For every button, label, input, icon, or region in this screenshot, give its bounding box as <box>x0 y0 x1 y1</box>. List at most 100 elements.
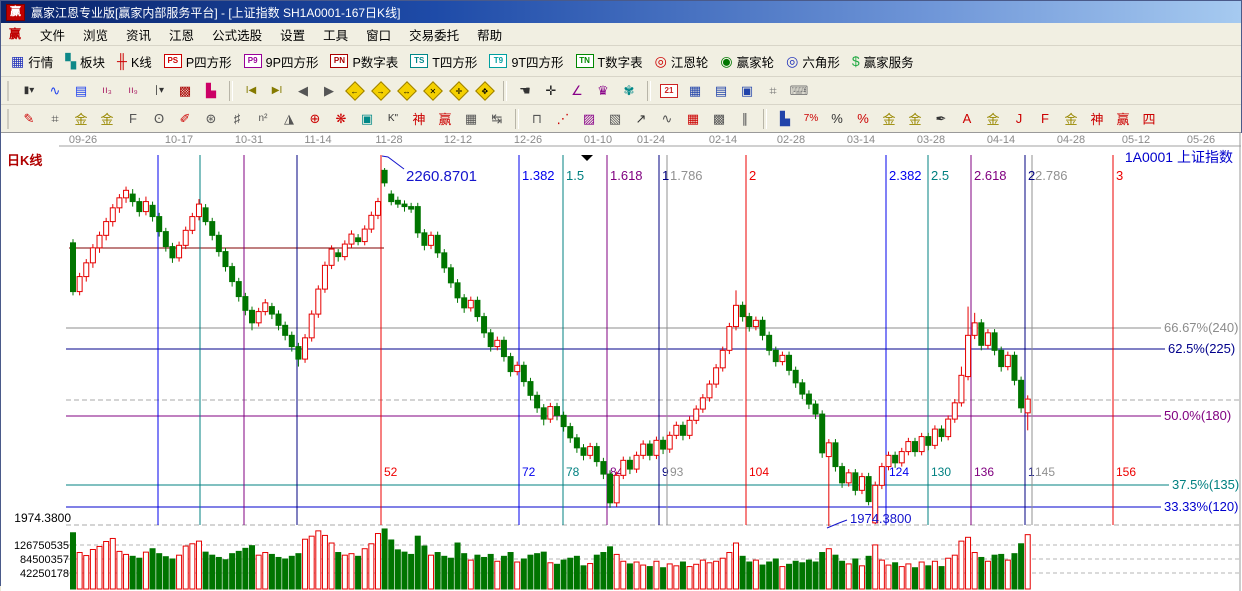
ying-grid-icon[interactable]: 赢 <box>433 107 457 130</box>
angle-a-icon[interactable]: ◮ <box>277 107 301 130</box>
grid-dots-icon[interactable]: ▦ <box>681 107 705 130</box>
gold-angle2-icon[interactable]: 金 <box>1059 107 1083 130</box>
circle-target-icon[interactable]: ⊕ <box>303 107 327 130</box>
sectors-button[interactable]: ▚ 板块 <box>65 52 105 71</box>
p-square-button[interactable]: PS P四方形 <box>163 52 232 71</box>
zoom-x-icon[interactable]: ✕ <box>421 79 445 102</box>
zoom-h-icon[interactable]: ↔ <box>395 79 419 102</box>
n-square-icon[interactable]: n² <box>251 107 275 130</box>
crown-tool-icon[interactable]: ♛ <box>591 79 615 102</box>
menu-item-6[interactable]: 工具 <box>314 26 357 46</box>
angle-tool-icon[interactable]: ∠ <box>565 79 589 102</box>
a-wave-icon[interactable]: A <box>955 107 979 130</box>
gold-gate2-icon[interactable]: 金 <box>95 107 119 130</box>
calculator-icon[interactable]: ▦ <box>683 79 707 102</box>
zoom-plus-icon[interactable]: ✛ <box>447 79 471 102</box>
zoom-left-icon[interactable]: ← <box>343 79 367 102</box>
spiral-icon[interactable]: ʘ <box>147 107 171 130</box>
net-pc-icon[interactable]: ⌨ <box>787 79 811 102</box>
menu-item-1[interactable]: 浏览 <box>74 26 117 46</box>
menu-item-2[interactable]: 资讯 <box>117 26 160 46</box>
pen-angle-icon[interactable]: ✒ <box>929 107 953 130</box>
menu-item-9[interactable]: 帮助 <box>468 26 511 46</box>
p9-square-button[interactable]: P9 9P四方形 <box>243 52 318 71</box>
hash-ticks-icon[interactable]: ♯ <box>225 107 249 130</box>
box-target-icon[interactable]: ▣ <box>355 107 379 130</box>
si-angle-icon[interactable]: 四 <box>1137 107 1161 130</box>
winner-service-button[interactable]: $ 赢家服务 <box>852 52 914 71</box>
info-doc-icon[interactable]: ▤ <box>69 79 93 102</box>
candle-body <box>580 447 587 456</box>
percent7-icon[interactable]: 7% <box>799 107 823 130</box>
grid-123-icon[interactable]: ▦ <box>459 107 483 130</box>
trend-line-icon[interactable]: ↗ <box>629 107 653 130</box>
fan-lines-icon[interactable]: ⋰ <box>551 107 575 130</box>
menu-item-7[interactable]: 窗口 <box>357 26 400 46</box>
t-number-button[interactable]: TN T数字表 <box>575 52 643 71</box>
menu-item-0[interactable]: 文件 <box>31 26 74 46</box>
percent-icon[interactable]: % <box>825 107 849 130</box>
zoom-all-icon[interactable]: ✥ <box>473 79 497 102</box>
ying-angle-icon[interactable]: 赢 <box>1111 107 1135 130</box>
menu-item-5[interactable]: 设置 <box>271 26 314 46</box>
winner-wheel-button[interactable]: ◉ 赢家轮 <box>720 52 774 71</box>
trend-wave-icon[interactable]: ∿ <box>43 79 67 102</box>
nav-first-icon[interactable]: Ι◀ <box>239 79 263 102</box>
sectors-button-label: 板块 <box>80 55 106 70</box>
compass-pen-icon[interactable]: ✐ <box>173 107 197 130</box>
brain-tool-icon[interactable]: ✾ <box>617 79 641 102</box>
gate-tool-icon[interactable]: ⊓ <box>525 107 549 130</box>
f-grid-icon[interactable]: F <box>121 107 145 130</box>
zigzag-icon[interactable]: ∿ <box>655 107 679 130</box>
t9-square-button[interactable]: T9 9T四方形 <box>489 52 564 71</box>
chart-canvas[interactable]: 66.67%(240) 62.5%(225) 50.0%(180) 37.5%(135… <box>1 133 1242 591</box>
pattern-red-icon[interactable]: ▩ <box>173 79 197 102</box>
kline-style-dropdown-icon[interactable]: ▮▾ <box>17 79 41 102</box>
k-quote-icon[interactable]: K" <box>381 107 405 130</box>
nav-last-icon[interactable]: ▶Ι <box>265 79 289 102</box>
gold-angle-icon[interactable]: 金 <box>981 107 1005 130</box>
menu-item-3[interactable]: 江恩 <box>160 26 203 46</box>
gold-line-icon[interactable]: 金 <box>903 107 927 130</box>
nav-prev-icon[interactable]: ◀ <box>291 79 315 102</box>
hand-tool-icon[interactable]: ☚ <box>513 79 537 102</box>
menu-item-8[interactable]: 交易委托 <box>400 26 468 46</box>
t-square-button[interactable]: TS T四方形 <box>410 52 477 71</box>
fan-box2-icon[interactable]: ▧ <box>603 107 627 130</box>
marker-triangle-icon[interactable] <box>581 155 593 161</box>
net-send-icon[interactable]: ⌗ <box>761 79 785 102</box>
candle-type-dropdown-icon[interactable]: ∣▾ <box>147 79 171 102</box>
kline-button[interactable]: ╫ K线 <box>117 52 152 71</box>
save-icon[interactable]: ▣ <box>735 79 759 102</box>
menu-item-4[interactable]: 公式选股 <box>203 26 271 46</box>
gold-gate-icon[interactable]: 金 <box>69 107 93 130</box>
grid-ticks-icon[interactable]: ⌗ <box>43 107 67 130</box>
levels-icon[interactable]: ▙ <box>773 107 797 130</box>
p-number-button[interactable]: PN P数字表 <box>330 52 398 71</box>
nav-next-icon[interactable]: ▶ <box>317 79 341 102</box>
gold-circle-icon[interactable]: 金 <box>877 107 901 130</box>
fan-box-icon[interactable]: ▨ <box>577 107 601 130</box>
notepad-icon[interactable]: ▤ <box>709 79 733 102</box>
parallel-lines-icon[interactable]: ∥ <box>733 107 757 130</box>
circle-grid-icon[interactable]: ⊛ <box>199 107 223 130</box>
quotes-button[interactable]: ▦ 行情 <box>11 52 53 71</box>
title-bar[interactable]: 赢 赢家江恩专业版[赢家内部服务平台] - [上证指数 SH1A0001-167… <box>1 1 1241 23</box>
bars-3-icon[interactable]: ıı₃ <box>95 79 119 102</box>
j-angle-icon[interactable]: J <box>1007 107 1031 130</box>
shen-angle-icon[interactable]: 神 <box>1085 107 1109 130</box>
crosshair-tool-icon[interactable]: ✛ <box>539 79 563 102</box>
gann-wheel-button[interactable]: ◎ 江恩轮 <box>655 52 709 71</box>
volume-histogram-icon[interactable]: ▙ <box>199 79 223 102</box>
shen-grid-icon[interactable]: 神 <box>407 107 431 130</box>
hexagon-button[interactable]: ◎ 六角形 <box>786 52 840 71</box>
calendar-icon[interactable]: 21 <box>657 79 681 102</box>
width-arrows-icon[interactable]: ↹ <box>485 107 509 130</box>
grid-box-icon[interactable]: ▩ <box>707 107 731 130</box>
f-angle-icon[interactable]: F <box>1033 107 1057 130</box>
percent-line-icon[interactable]: % <box>851 107 875 130</box>
draw-pen-icon[interactable]: ✎ <box>17 107 41 130</box>
zoom-right-icon[interactable]: → <box>369 79 393 102</box>
star-target-icon[interactable]: ❋ <box>329 107 353 130</box>
bars-9-icon[interactable]: ıı₉ <box>121 79 145 102</box>
